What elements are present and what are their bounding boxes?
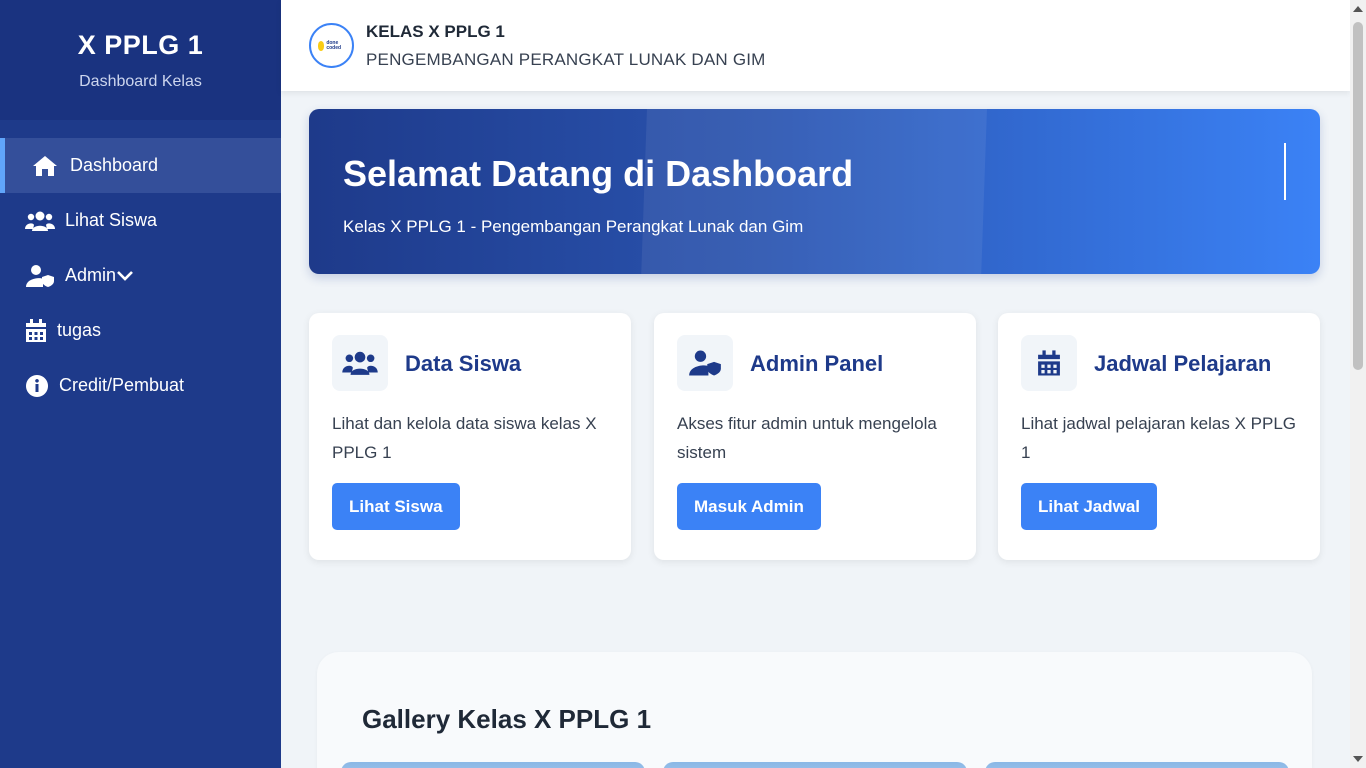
card-admin-panel: Admin Panel Akses fitur admin untuk meng… — [654, 313, 976, 560]
user-shield-icon — [677, 335, 733, 391]
lihat-jadwal-button[interactable]: Lihat Jadwal — [1021, 483, 1158, 530]
card-data-siswa: Data Siswa Lihat dan kelola data siswa k… — [309, 313, 631, 560]
sidebar-item-label: Credit/Pembuat — [59, 375, 185, 395]
sidebar-item-admin[interactable]: Admin — [0, 248, 281, 303]
sidebar-item-credit[interactable]: Credit/Pembuat — [0, 358, 281, 413]
sidebar-brand: X PPLG 1 — [77, 30, 204, 60]
chevron-down-icon[interactable] — [116, 270, 134, 282]
card-description: Lihat jadwal pelajaran kelas X PPLG 1 — [1021, 414, 1296, 462]
calendar-icon — [25, 318, 47, 343]
smiley-icon — [317, 40, 325, 51]
banner-title: Selamat Datang di Dashboard — [343, 153, 854, 194]
welcome-banner: Selamat Datang di Dashboard Kelas X PPLG… — [309, 109, 1320, 274]
card-description: Lihat dan kelola data siswa kelas X PPLG… — [332, 414, 597, 462]
class-logo: done coded — [309, 23, 354, 68]
scroll-up-icon[interactable] — [1353, 6, 1363, 12]
gallery-image[interactable] — [985, 762, 1289, 768]
calendar-icon — [1021, 335, 1077, 391]
scrollbar-thumb[interactable] — [1353, 22, 1363, 370]
lihat-siswa-button[interactable]: Lihat Siswa — [332, 483, 460, 530]
info-icon — [25, 374, 49, 398]
home-icon — [30, 154, 60, 178]
sidebar-item-label: Admin — [65, 265, 117, 285]
sidebar-item-label: Lihat Siswa — [65, 210, 158, 230]
card-description: Akses fitur admin untuk mengelola sistem — [677, 414, 937, 462]
users-icon — [332, 335, 388, 391]
sidebar-item-tugas[interactable]: tugas — [0, 303, 281, 358]
page-scrollbar[interactable] — [1350, 0, 1366, 768]
sidebar-item-lihat-siswa[interactable]: Lihat Siswa — [0, 193, 281, 248]
sidebar-nav: Dashboard Lihat Siswa Admin tugas Credit… — [0, 138, 281, 413]
header-title: KELAS X PPLG 1 — [366, 21, 505, 41]
scroll-down-icon[interactable] — [1353, 756, 1363, 762]
sidebar: X PPLG 1 Dashboard Kelas Dashboard Lihat… — [0, 0, 281, 768]
masuk-admin-button[interactable]: Masuk Admin — [677, 483, 821, 530]
top-header: done coded KELAS X PPLG 1 PENGEMBANGAN P… — [281, 0, 1350, 91]
gallery-image[interactable] — [663, 762, 967, 768]
logo-text: done coded — [326, 39, 342, 51]
user-shield-icon — [25, 264, 55, 288]
card-jadwal-pelajaran: Jadwal Pelajaran Lihat jadwal pelajaran … — [998, 313, 1320, 560]
sidebar-item-dashboard[interactable]: Dashboard — [0, 138, 281, 193]
card-title: Jadwal Pelajaran — [1094, 351, 1272, 376]
card-title: Admin Panel — [750, 351, 884, 376]
sidebar-item-label: Dashboard — [70, 155, 159, 175]
sidebar-header: X PPLG 1 Dashboard Kelas — [0, 0, 281, 120]
header-subtitle: PENGEMBANGAN PERANGKAT LUNAK DAN GIM — [366, 49, 766, 69]
typing-cursor — [1284, 143, 1286, 200]
sidebar-item-label: tugas — [57, 320, 102, 340]
banner-subtitle: Kelas X PPLG 1 - Pengembangan Perangkat … — [343, 217, 804, 236]
users-icon — [25, 209, 55, 233]
gallery-image[interactable] — [341, 762, 645, 768]
gallery-title: Gallery Kelas X PPLG 1 — [362, 704, 652, 734]
card-title: Data Siswa — [405, 351, 522, 376]
sidebar-subtitle: Dashboard Kelas — [79, 73, 202, 90]
gallery-section: Gallery Kelas X PPLG 1 — [317, 652, 1312, 768]
